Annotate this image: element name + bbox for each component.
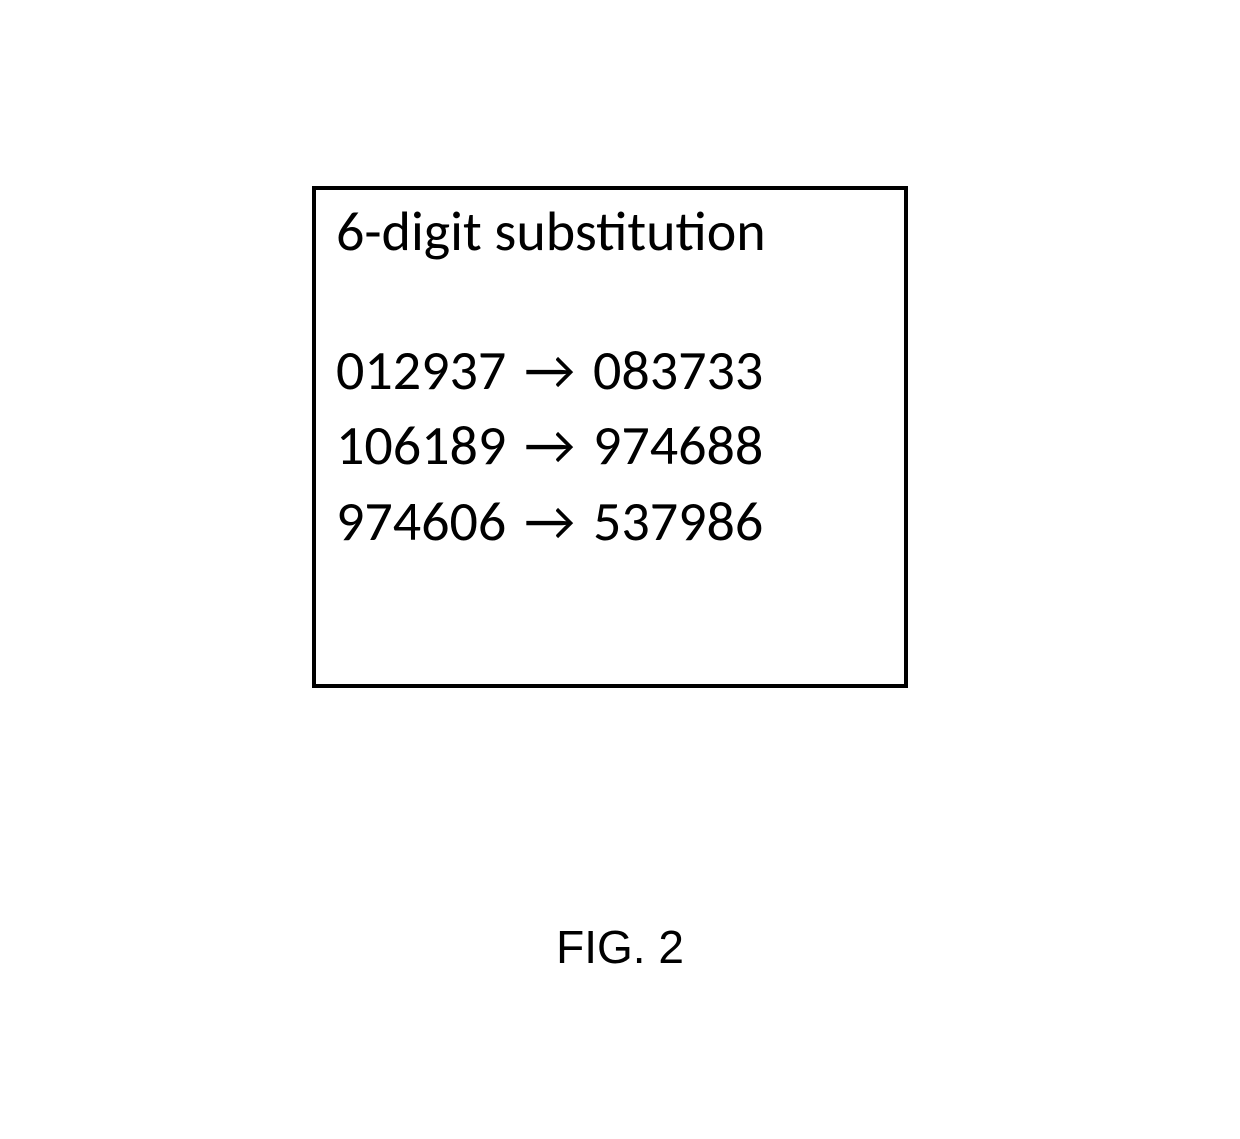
arrow-right-icon: → (524, 334, 575, 410)
figure-caption: FIG. 2 (0, 920, 1240, 974)
mapping-from: 012937 (336, 334, 506, 410)
box-heading: 6-digit substitution (336, 202, 884, 264)
mapping-from: 974606 (336, 485, 506, 561)
mapping-to: 083733 (593, 334, 763, 410)
arrow-right-icon: → (524, 485, 575, 561)
mapping-row: 974606 → 537986 (336, 485, 884, 561)
mapping-from: 106189 (336, 409, 506, 485)
mapping-row: 012937 → 083733 (336, 334, 884, 410)
mapping-row: 106189 → 974688 (336, 409, 884, 485)
substitution-box: 6-digit substitution 012937 → 083733 106… (312, 186, 908, 688)
mapping-to: 974688 (593, 409, 763, 485)
mapping-to: 537986 (593, 485, 763, 561)
arrow-right-icon: → (524, 409, 575, 485)
